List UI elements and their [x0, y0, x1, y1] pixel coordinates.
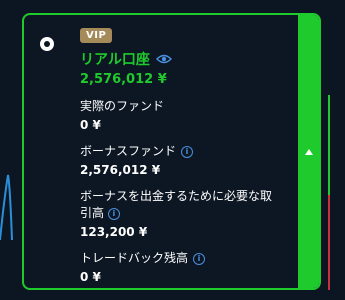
real-funds-value: 0 ¥: [80, 118, 101, 132]
bonus-funds-label-row: ボーナスファンド i: [80, 143, 288, 160]
tradeback-balance-row: トレードバック残高 i 0 ¥: [80, 250, 288, 284]
bonus-withdrawal-volume-value: 123,200 ¥: [80, 225, 148, 239]
bonus-funds-value: 2,576,012 ¥: [80, 163, 161, 177]
bonus-withdrawal-volume-label-line1: ボーナスを出金するために必要な取: [80, 189, 273, 203]
real-funds-label-row: 実際のファンド: [80, 98, 288, 115]
real-funds-row: 実際のファンド 0 ¥: [80, 98, 288, 132]
bonus-funds-row: ボーナスファンド i 2,576,012 ¥: [80, 143, 288, 177]
info-icon[interactable]: i: [107, 207, 120, 220]
info-icon[interactable]: i: [193, 252, 206, 265]
tradeback-balance-value: 0 ¥: [80, 270, 101, 284]
account-balance: 2,576,012 ¥: [80, 72, 167, 87]
collapse-toggle[interactable]: [298, 15, 319, 288]
tradeback-balance-label: トレードバック残高: [80, 251, 189, 265]
account-panel-stage: VIP リアル口座 2,576,012 ¥ 実際のファンド 0 ¥ ボーナスファ…: [0, 0, 345, 300]
account-title: リアル口座: [80, 52, 150, 68]
chevron-up-icon: [304, 148, 313, 155]
bonus-withdrawal-volume-row: ボーナスを出金するために必要な取 引高 i 123,200 ¥: [80, 188, 288, 239]
real-funds-label: 実際のファンド: [80, 99, 165, 113]
account-title-row: リアル口座: [80, 49, 288, 69]
bonus-funds-label: ボーナスファンド: [80, 144, 177, 158]
account-details: VIP リアル口座 2,576,012 ¥ 実際のファンド 0 ¥ ボーナスファ…: [24, 15, 300, 288]
info-icon[interactable]: i: [181, 145, 194, 158]
vip-badge: VIP: [80, 28, 113, 43]
bonus-withdrawal-volume-label-line2: 引高: [80, 206, 105, 220]
account-card[interactable]: VIP リアル口座 2,576,012 ¥ 実際のファンド 0 ¥ ボーナスファ…: [22, 13, 321, 290]
bonus-withdrawal-volume-label-row: ボーナスを出金するために必要な取 引高 i: [80, 188, 288, 222]
eye-icon[interactable]: [155, 53, 172, 65]
tradeback-balance-label-row: トレードバック残高 i: [80, 250, 288, 267]
